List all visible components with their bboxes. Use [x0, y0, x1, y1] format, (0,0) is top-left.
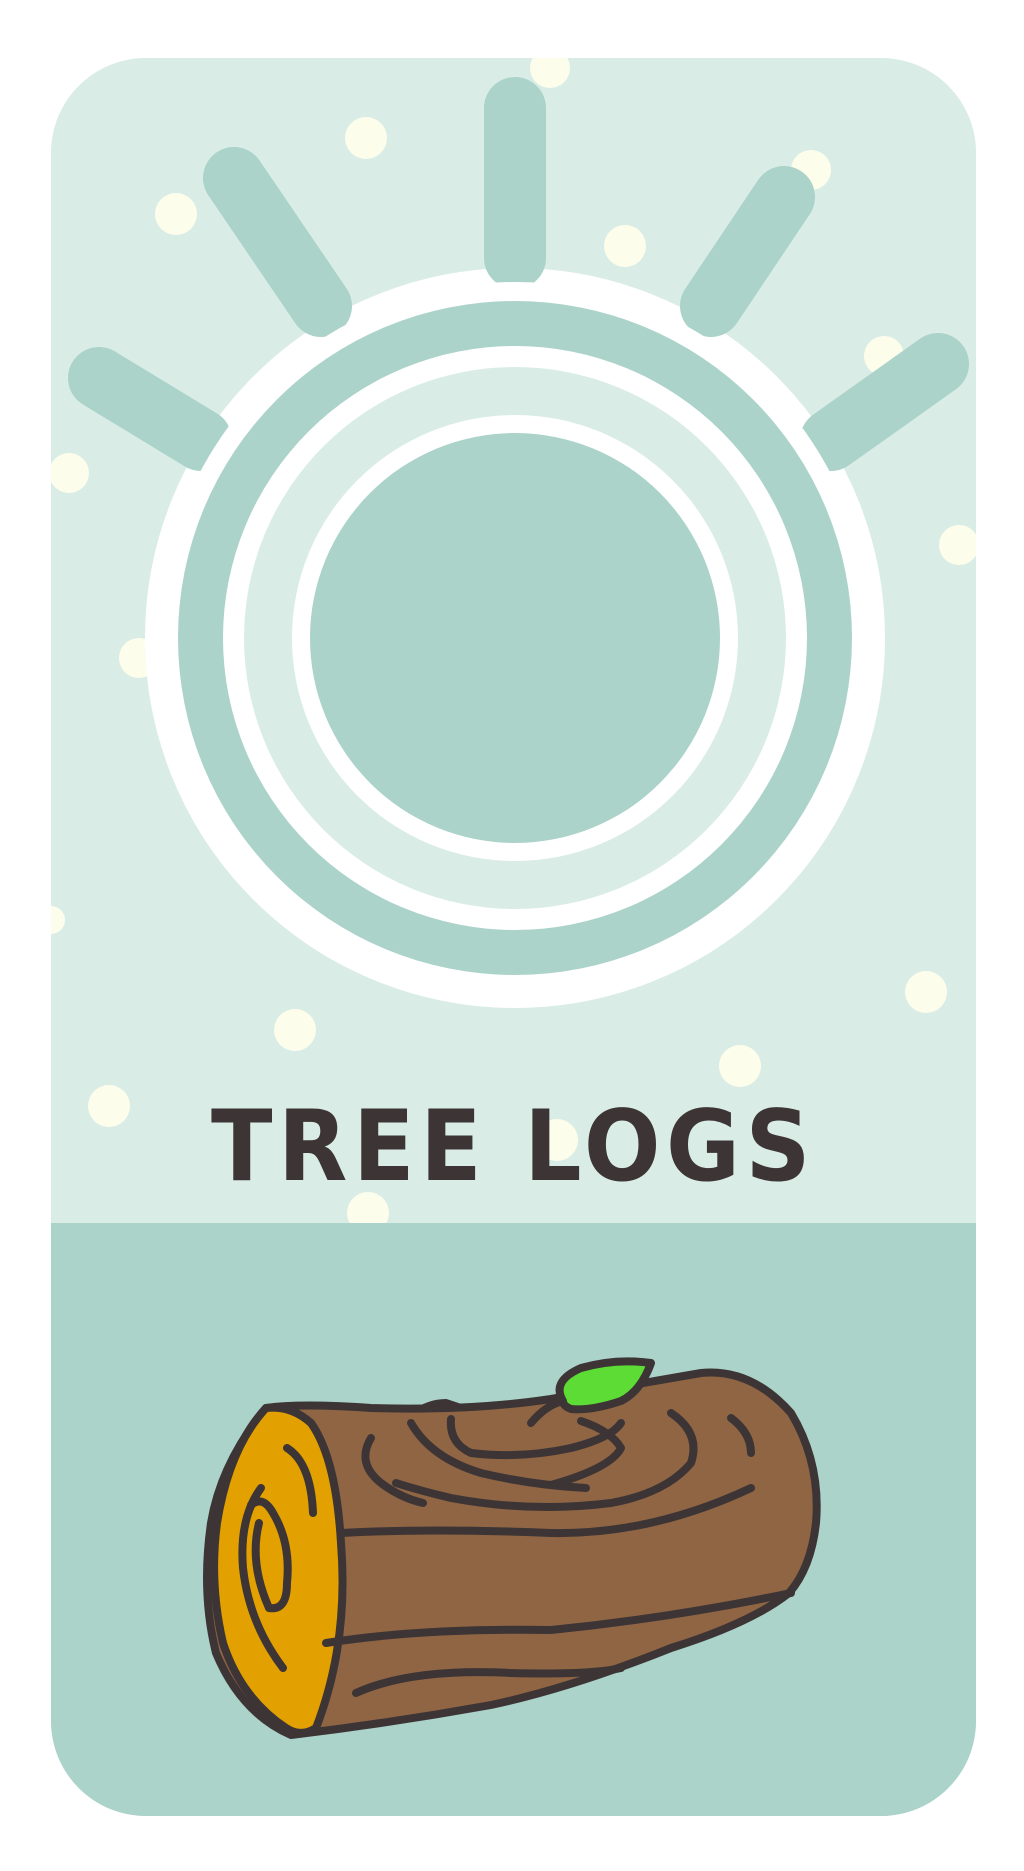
tree-log-icon — [203, 1357, 821, 1739]
game-card[interactable]: TREE LOGS — [51, 58, 976, 1816]
card-title: TREE LOGS — [210, 1090, 816, 1204]
gear-ring-icon — [68, 77, 969, 1008]
